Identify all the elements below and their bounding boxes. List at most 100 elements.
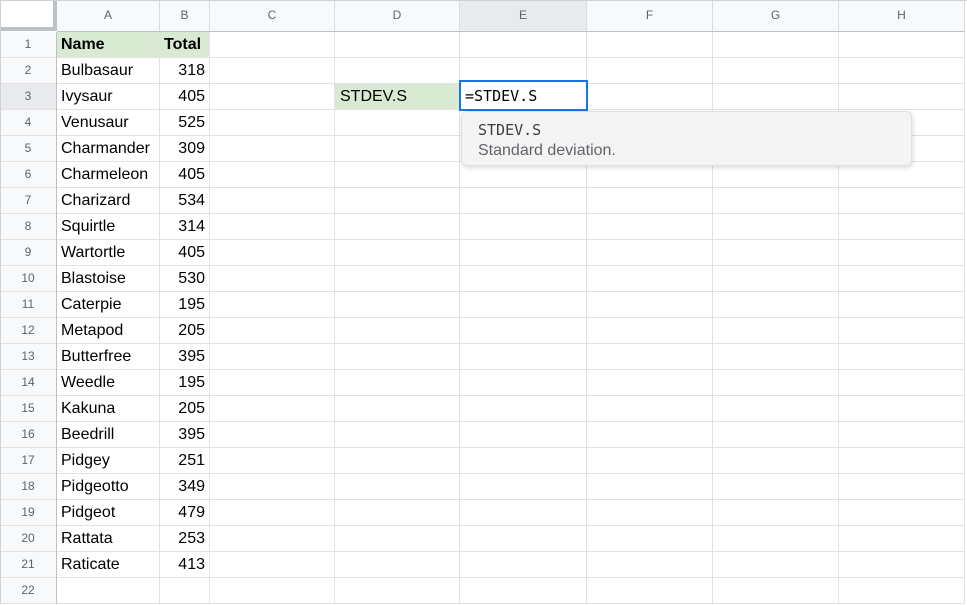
- table-row: Pidgeot 479: [57, 500, 210, 526]
- row-header-17[interactable]: 17: [0, 448, 56, 474]
- row-header-5[interactable]: 5: [0, 136, 56, 162]
- cell-name[interactable]: Charmander: [57, 136, 160, 162]
- column-header-b[interactable]: B: [160, 0, 210, 31]
- cell-total[interactable]: 525: [160, 110, 210, 136]
- formula-cell-editor[interactable]: [459, 80, 588, 111]
- cell-total[interactable]: 309: [160, 136, 210, 162]
- table-row: Bulbasaur 318: [57, 58, 210, 84]
- column-header-e-selected[interactable]: E: [460, 0, 587, 31]
- row-header-21[interactable]: 21: [0, 552, 56, 578]
- cell-total[interactable]: 195: [160, 292, 210, 318]
- column-header-d[interactable]: D: [335, 0, 460, 31]
- cell-name[interactable]: Pidgeot: [57, 500, 160, 526]
- row-header-18[interactable]: 18: [0, 474, 56, 500]
- cell-total[interactable]: 405: [160, 84, 210, 110]
- row-header-2[interactable]: 2: [0, 58, 56, 84]
- row-header-11[interactable]: 11: [0, 292, 56, 318]
- cell-name[interactable]: Pidgeotto: [57, 474, 160, 500]
- table-row: Pidgey 251: [57, 448, 210, 474]
- table-row: Kakuna 205: [57, 396, 210, 422]
- cell-d3-function-label[interactable]: STDEV.S: [335, 84, 460, 110]
- row-header-20[interactable]: 20: [0, 526, 56, 552]
- row-header-1[interactable]: 1: [0, 32, 56, 58]
- row-header-12[interactable]: 12: [0, 318, 56, 344]
- table-row: Blastoise 530: [57, 266, 210, 292]
- row-header-8[interactable]: 8: [0, 214, 56, 240]
- tooltip-description: Standard deviation.: [478, 140, 895, 162]
- cell-total[interactable]: 251: [160, 448, 210, 474]
- cell-name[interactable]: Pidgey: [57, 448, 160, 474]
- table-row: Butterfree 395: [57, 344, 210, 370]
- column-header-c[interactable]: C: [210, 0, 335, 31]
- row-header-15[interactable]: 15: [0, 396, 56, 422]
- cell-total[interactable]: 530: [160, 266, 210, 292]
- cell-total[interactable]: 318: [160, 58, 210, 84]
- cell-name[interactable]: Blastoise: [57, 266, 160, 292]
- table-row: Caterpie 195: [57, 292, 210, 318]
- table-row: Charizard 534: [57, 188, 210, 214]
- row-header-6[interactable]: 6: [0, 162, 56, 188]
- cell-name[interactable]: Bulbasaur: [57, 58, 160, 84]
- cell-name[interactable]: Metapod: [57, 318, 160, 344]
- row-header-7[interactable]: 7: [0, 188, 56, 214]
- cell-total[interactable]: 195: [160, 370, 210, 396]
- cell-name[interactable]: Caterpie: [57, 292, 160, 318]
- cell-total[interactable]: 314: [160, 214, 210, 240]
- table-row: Venusaur 525: [57, 110, 210, 136]
- column-header-row: A B C D E F G H: [57, 0, 965, 32]
- table-row: Beedrill 395: [57, 422, 210, 448]
- tooltip-function-name: STDEV.S: [478, 120, 895, 140]
- column-header-g[interactable]: G: [713, 0, 839, 31]
- table-row: Weedle 195: [57, 370, 210, 396]
- cell-name[interactable]: Ivysaur: [57, 84, 160, 110]
- row-header-10[interactable]: 10: [0, 266, 56, 292]
- cell-total[interactable]: 349: [160, 474, 210, 500]
- column-header-f[interactable]: F: [587, 0, 713, 31]
- cell-total[interactable]: 534: [160, 188, 210, 214]
- formula-help-tooltip: STDEV.S Standard deviation.: [461, 111, 912, 166]
- cell-b1-total-header[interactable]: Total: [160, 32, 210, 58]
- row-header-16[interactable]: 16: [0, 422, 56, 448]
- column-header-h[interactable]: H: [839, 0, 965, 31]
- row-header-19[interactable]: 19: [0, 500, 56, 526]
- cell-total[interactable]: 205: [160, 396, 210, 422]
- spreadsheet: A B C D E F G H 1 2 3 4 5 6 7 8 9 10 11 …: [0, 0, 967, 605]
- row-header-14[interactable]: 14: [0, 370, 56, 396]
- cell-total[interactable]: 413: [160, 552, 210, 578]
- column-header-a[interactable]: A: [57, 0, 160, 31]
- table-row: Squirtle 314: [57, 214, 210, 240]
- cell-name[interactable]: Squirtle: [57, 214, 160, 240]
- cell-total[interactable]: 395: [160, 344, 210, 370]
- table-row: Metapod 205: [57, 318, 210, 344]
- cell-name[interactable]: Wartortle: [57, 240, 160, 266]
- cell-name[interactable]: Charmeleon: [57, 162, 160, 188]
- cell-total[interactable]: 405: [160, 240, 210, 266]
- table-row: Pidgeotto 349: [57, 474, 210, 500]
- cell-name[interactable]: Butterfree: [57, 344, 160, 370]
- top-border-line: [0, 0, 967, 1]
- cell-name[interactable]: Beedrill: [57, 422, 160, 448]
- cell-name[interactable]: Weedle: [57, 370, 160, 396]
- row-header-3-selected[interactable]: 3: [0, 84, 56, 110]
- table-row: Charmeleon 405: [57, 162, 210, 188]
- data-rows: Bulbasaur 318 Ivysaur 405 Venusaur 525 C…: [57, 58, 210, 578]
- cell-total[interactable]: 405: [160, 162, 210, 188]
- cell-name[interactable]: Raticate: [57, 552, 160, 578]
- cell-total[interactable]: 479: [160, 500, 210, 526]
- select-all-corner[interactable]: [0, 0, 57, 31]
- row-header-13[interactable]: 13: [0, 344, 56, 370]
- cell-total[interactable]: 395: [160, 422, 210, 448]
- cell-name[interactable]: Charizard: [57, 188, 160, 214]
- row-header-22[interactable]: 22: [0, 578, 56, 604]
- cell-name[interactable]: Kakuna: [57, 396, 160, 422]
- left-border-line: [0, 0, 1, 604]
- row-header-4[interactable]: 4: [0, 110, 56, 136]
- cell-name[interactable]: Venusaur: [57, 110, 160, 136]
- cell-total[interactable]: 253: [160, 526, 210, 552]
- table-row: Wartortle 405: [57, 240, 210, 266]
- cell-total[interactable]: 205: [160, 318, 210, 344]
- cell-a1-name-header[interactable]: Name: [57, 32, 160, 58]
- row-header-column: 1 2 3 4 5 6 7 8 9 10 11 12 13 14 15 16 1…: [0, 32, 57, 604]
- row-header-9[interactable]: 9: [0, 240, 56, 266]
- cell-name[interactable]: Rattata: [57, 526, 160, 552]
